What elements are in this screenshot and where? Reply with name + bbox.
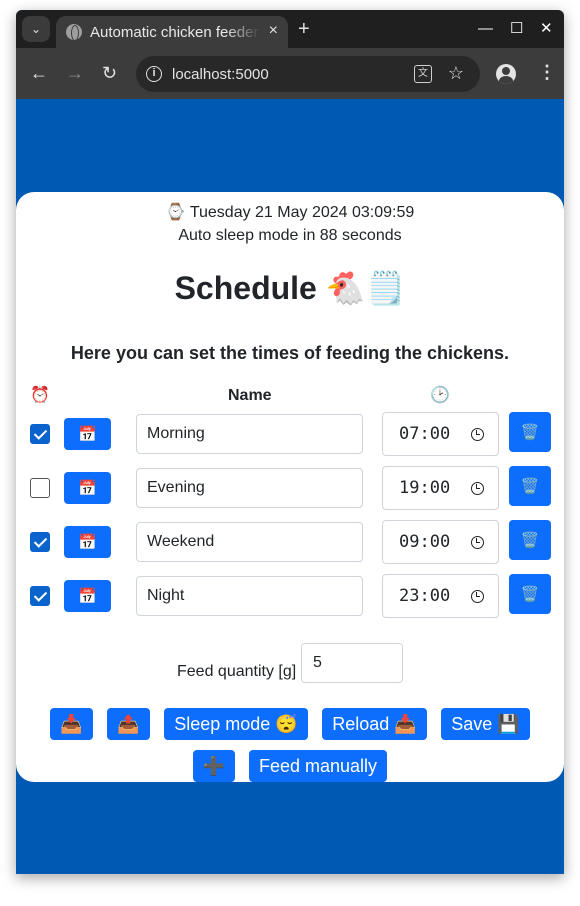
address-bar[interactable]: i localhost:5000 文 ☆ — [136, 56, 480, 92]
calendar-button[interactable]: 📅 — [64, 472, 111, 504]
current-datetime: ⌚ Tuesday 21 May 2024 03:09:59 — [165, 204, 415, 221]
url-text: localhost:5000 — [172, 65, 269, 83]
calendar-button[interactable]: 📅 — [64, 526, 111, 558]
time-input[interactable]: 23:00 — [382, 574, 499, 618]
time-value: 23:00 — [399, 586, 451, 606]
feed-manually-button[interactable]: Feed manually — [249, 750, 387, 782]
site-info-icon[interactable]: i — [146, 66, 162, 82]
translate-icon[interactable]: 文 — [414, 65, 432, 83]
tab-title: Automatic chicken feeder — [90, 23, 259, 41]
schedule-row: 📅 Evening 19:00 🗑️ — [16, 466, 564, 510]
page-title: Schedule 🐔🗒️ — [174, 270, 406, 306]
browser-menu-icon[interactable]: ⋮ — [538, 62, 556, 82]
trash-icon: 🗑️ — [520, 532, 540, 549]
enabled-checkbox[interactable] — [30, 532, 50, 552]
profile-avatar-icon[interactable] — [496, 64, 516, 84]
clock-icon[interactable] — [471, 590, 484, 603]
time-input[interactable]: 19:00 — [382, 466, 499, 510]
new-tab-button[interactable]: + — [298, 19, 310, 39]
auto-sleep-notice: Auto sleep mode in 88 seconds — [178, 227, 402, 244]
trash-icon: 🗑️ — [520, 586, 540, 603]
time-input[interactable]: 09:00 — [382, 520, 499, 564]
delete-button[interactable]: 🗑️ — [509, 574, 551, 614]
schedule-row: 📅 Night 23:00 🗑️ — [16, 574, 564, 618]
close-window-button[interactable]: ✕ — [540, 20, 553, 38]
clock-icon[interactable] — [471, 482, 484, 495]
delete-button[interactable]: 🗑️ — [509, 520, 551, 560]
forward-button[interactable]: → — [66, 63, 84, 83]
export-button[interactable]: 📤 — [107, 708, 150, 740]
intro-text: Here you can set the times of feeding th… — [70, 343, 510, 363]
bookmark-star-icon[interactable]: ☆ — [448, 63, 464, 83]
enabled-checkbox[interactable] — [30, 478, 50, 498]
clock-icon[interactable] — [471, 428, 484, 441]
alarm-clock-icon: ⏰ — [30, 387, 50, 404]
schedule-name-input[interactable]: Morning — [136, 414, 363, 454]
trash-icon: 🗑️ — [520, 478, 540, 495]
delete-button[interactable]: 🗑️ — [509, 466, 551, 506]
tab-active[interactable]: Automatic chicken feeder × — [56, 16, 288, 48]
browser-window: ⌄ Automatic chicken feeder × + — ☐ ✕ ← →… — [16, 10, 564, 874]
save-button[interactable]: Save 💾 — [441, 708, 530, 740]
globe-icon — [66, 24, 82, 41]
time-input[interactable]: 07:00 — [382, 412, 499, 456]
enabled-checkbox[interactable] — [30, 424, 50, 444]
back-button[interactable]: ← — [30, 63, 48, 83]
schedule-name-input[interactable]: Evening — [136, 468, 363, 508]
calendar-button[interactable]: 📅 — [64, 418, 111, 450]
reload-button[interactable]: ↻ — [102, 63, 117, 83]
feed-quantity-input[interactable]: 5 — [301, 643, 403, 683]
import-button[interactable]: 📥 — [50, 708, 93, 740]
schedule-name-input[interactable]: Night — [136, 576, 363, 616]
time-value: 07:00 — [399, 424, 451, 444]
schedule-name-input[interactable]: Weekend — [136, 522, 363, 562]
maximize-button[interactable]: ☐ — [510, 20, 523, 38]
tab-close-icon[interactable]: × — [269, 23, 278, 39]
schedule-row: 📅 Weekend 09:00 🗑️ — [16, 520, 564, 564]
calendar-button[interactable]: 📅 — [64, 580, 111, 612]
schedule-row: 📅 Morning 07:00 🗑️ — [16, 412, 564, 456]
trash-icon: 🗑️ — [520, 424, 540, 441]
browser-toolbar: ← → ↻ i localhost:5000 文 ☆ ⋮ — [16, 48, 564, 99]
tab-bar: ⌄ Automatic chicken feeder × + — ☐ ✕ — [16, 10, 564, 48]
time-value: 09:00 — [399, 532, 451, 552]
name-column-header: Name — [228, 387, 272, 404]
feed-quantity-label: Feed quantity [g] — [177, 663, 297, 680]
minimize-button[interactable]: — — [478, 20, 493, 38]
schedule-card: ⌚ Tuesday 21 May 2024 03:09:59 Auto slee… — [16, 192, 564, 782]
reload-page-button[interactable]: Reload 📥 — [322, 708, 427, 740]
add-schedule-button[interactable]: ➕ — [193, 750, 235, 782]
time-value: 19:00 — [399, 478, 451, 498]
tab-search-button[interactable]: ⌄ — [22, 16, 50, 42]
chevron-down-icon: ⌄ — [30, 22, 42, 36]
clock-icon: 🕑 — [430, 387, 450, 404]
delete-button[interactable]: 🗑️ — [509, 412, 551, 452]
clock-icon[interactable] — [471, 536, 484, 549]
enabled-checkbox[interactable] — [30, 586, 50, 606]
sleep-mode-button[interactable]: Sleep mode 😴 — [164, 708, 308, 740]
